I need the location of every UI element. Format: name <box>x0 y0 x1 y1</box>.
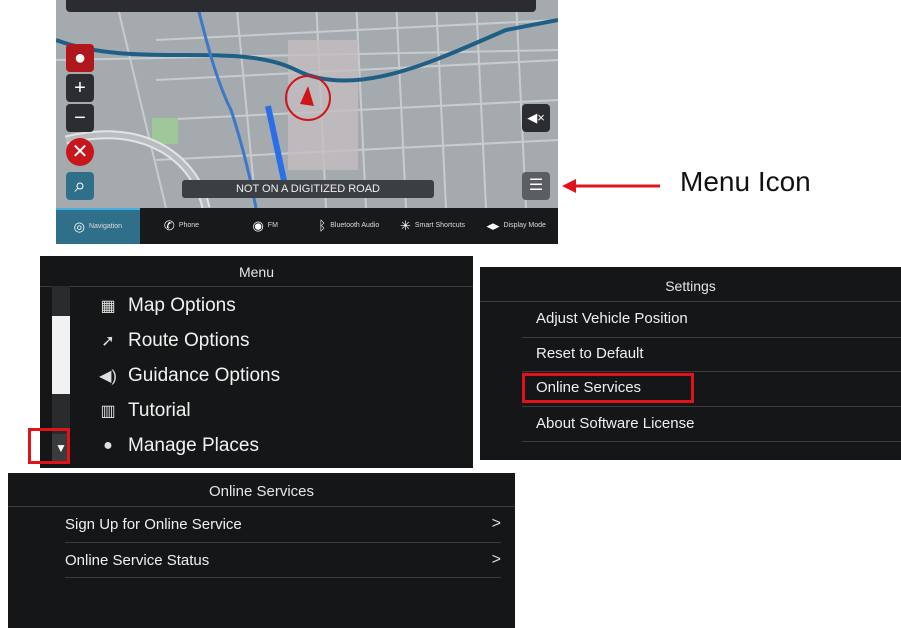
menu-scroll-thumb[interactable] <box>52 316 70 394</box>
bottom-tab-label: Navigation <box>88 223 123 230</box>
map-icon: ▦ <box>100 298 116 315</box>
divider <box>8 506 515 507</box>
mute-icon[interactable]: ◀× <box>522 104 550 132</box>
divider <box>65 577 501 578</box>
road-status-banner: NOT ON A DIGITIZED ROAD <box>182 180 434 198</box>
divider <box>65 542 501 543</box>
callout-arrow <box>562 179 660 193</box>
menu-item-guidance-options[interactable]: ◀) Guidance Options <box>98 362 280 390</box>
settings-item-reset-to-default[interactable]: Reset to Default <box>536 345 644 362</box>
menu-item-label: Manage Places <box>128 435 259 456</box>
chevron-right-icon: > <box>491 551 501 568</box>
menu-panel: Menu ▼ ▦ Map Options ➚ Route Options ◀) … <box>28 256 473 468</box>
person-icon: ● <box>103 437 113 454</box>
chevron-right-icon: > <box>491 515 501 532</box>
divider <box>40 286 473 287</box>
cancel-route-icon[interactable]: ✕ <box>66 138 94 166</box>
online-item-service-status[interactable]: Online Service Status > <box>65 549 501 571</box>
online-item-label: Sign Up for Online Service <box>65 515 242 533</box>
book-icon: ▥ <box>100 403 116 420</box>
divider <box>522 406 901 407</box>
menu-icon[interactable]: ☰ <box>522 172 550 200</box>
radio-icon: ◉ <box>252 218 264 233</box>
bottom-tab-bluetooth[interactable]: ᛒ Bluetooth Audio <box>307 208 391 244</box>
menu-item-map-options[interactable]: ▦ Map Options <box>98 292 236 320</box>
display-mode-icon: ◂▸ <box>486 218 500 233</box>
phone-icon: ✆ <box>163 218 175 233</box>
menu-item-label: Route Options <box>128 330 250 351</box>
online-item-sign-up[interactable]: Sign Up for Online Service > <box>65 513 501 535</box>
speaker-icon: ◀) <box>99 368 117 385</box>
settings-item-adjust-vehicle-position[interactable]: Adjust Vehicle Position <box>536 310 688 327</box>
zoom-out-button[interactable]: − <box>66 104 94 132</box>
menu-item-label: Guidance Options <box>128 365 281 386</box>
bottom-tab-fm[interactable]: ◉ FM <box>223 208 307 244</box>
zoom-in-button[interactable]: + <box>66 74 94 102</box>
navigation-map-screen: ● + − ✕ ⌕ ◀× ☰ NOT ON A DIGITIZED ROAD ◎… <box>56 0 558 244</box>
online-services-panel: Online Services Sign Up for Online Servi… <box>8 473 515 628</box>
bottom-tab-phone[interactable]: ✆ Phone <box>140 208 224 244</box>
bottom-tab-label: Bluetooth Audio <box>330 222 380 229</box>
settings-item-about-software-license[interactable]: About Software License <box>536 415 694 432</box>
menu-item-manage-places[interactable]: ● Manage Places <box>98 432 259 460</box>
search-icon[interactable]: ⌕ <box>66 172 94 200</box>
menu-icon-callout-label: Menu Icon <box>680 166 811 197</box>
menu-item-label: Map Options <box>128 295 236 316</box>
bottom-tab-smart-shortcuts[interactable]: ✳ Smart Shortcuts <box>391 208 475 244</box>
menu-item-label: Tutorial <box>128 400 191 421</box>
settings-panel: Settings Adjust Vehicle Position Reset t… <box>480 267 901 460</box>
divider <box>522 441 901 442</box>
scroll-down-highlight <box>28 428 70 464</box>
bottom-nav-bar: ◎ Navigation ✆ Phone ◉ FM ᛒ Bluetooth Au… <box>56 208 558 244</box>
settings-title: Settings <box>665 278 716 294</box>
menu-title: Menu <box>238 264 275 280</box>
divider <box>480 301 901 302</box>
shortcuts-icon: ✳ <box>399 218 411 233</box>
menu-item-tutorial[interactable]: ▥ Tutorial <box>98 397 191 425</box>
bottom-tab-label: Smart Shortcuts <box>414 222 466 229</box>
route-icon: ➚ <box>101 333 115 350</box>
compass-icon[interactable]: ● <box>66 44 94 72</box>
divider <box>522 371 901 372</box>
bottom-tab-label: Phone <box>178 222 200 229</box>
bluetooth-icon: ᛒ <box>318 218 327 233</box>
bottom-tab-navigation[interactable]: ◎ Navigation <box>56 208 140 244</box>
bottom-tab-label: Display Mode <box>503 222 546 229</box>
street-name-bar <box>66 0 536 12</box>
menu-item-route-options[interactable]: ➚ Route Options <box>98 327 249 355</box>
online-services-highlight <box>522 373 694 403</box>
navigation-icon: ◎ <box>73 219 85 234</box>
bottom-tab-display-mode[interactable]: ◂▸ Display Mode <box>474 208 558 244</box>
online-services-title: Online Services <box>208 483 315 500</box>
divider <box>522 337 901 338</box>
online-item-label: Online Service Status <box>65 551 210 569</box>
bottom-tab-label: FM <box>267 222 278 229</box>
